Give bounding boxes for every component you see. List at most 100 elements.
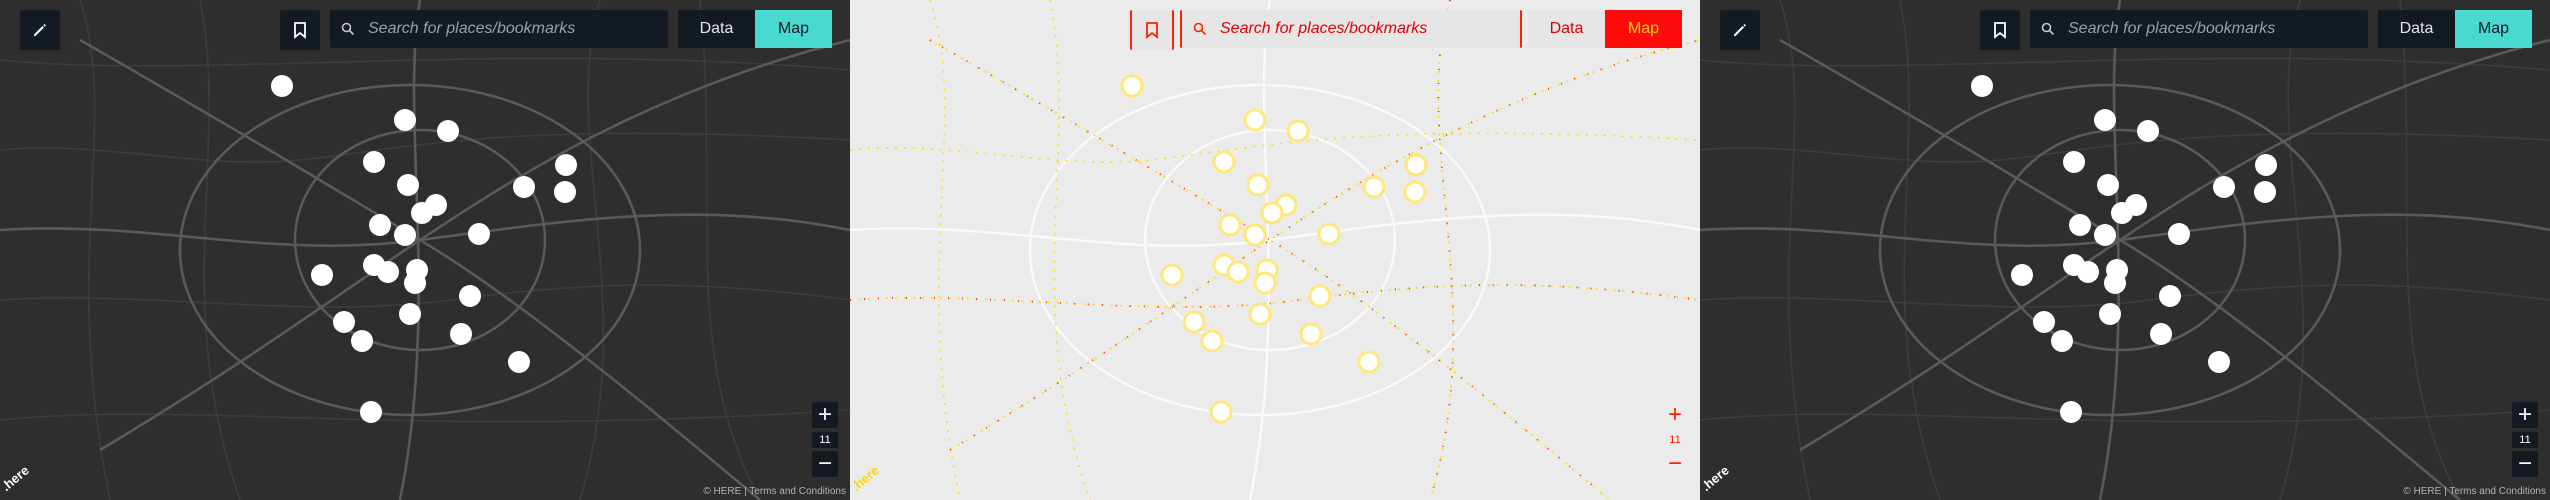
map-marker — [369, 214, 391, 236]
map-marker — [404, 272, 426, 294]
map-marker — [459, 285, 481, 307]
search-input[interactable] — [2066, 19, 2368, 39]
copyright-link[interactable]: © HERE | Terms and Conditions — [2403, 486, 2546, 497]
map-marker — [2111, 202, 2133, 224]
map-marker — [411, 202, 433, 224]
view-toggle: Data Map — [1528, 10, 1682, 48]
map-marker — [1218, 213, 1242, 237]
map-marker — [1226, 260, 1250, 284]
map-marker — [1243, 108, 1267, 132]
data-tab[interactable]: Data — [2378, 10, 2455, 48]
map-panel-left[interactable]: Data Map + 11 − .here © HERE | Terms and… — [0, 0, 850, 500]
map-marker — [1246, 173, 1270, 197]
search-input[interactable] — [1218, 19, 1520, 39]
map-marker — [2168, 223, 2190, 245]
map-marker — [1243, 223, 1267, 247]
map-marker — [2099, 303, 2121, 325]
map-marker — [2213, 176, 2235, 198]
map-marker — [1182, 310, 1206, 334]
search-bar[interactable] — [2030, 10, 2368, 48]
marker-layer — [1971, 75, 2277, 423]
map-marker — [508, 351, 530, 373]
map-marker — [555, 154, 577, 176]
map-marker — [2254, 181, 2276, 203]
view-toggle: Data Map — [678, 10, 832, 48]
map-marker — [1403, 180, 1427, 204]
search-bar[interactable] — [1180, 10, 1522, 48]
map-marker — [1404, 153, 1428, 177]
zoom-out-button[interactable]: − — [2512, 450, 2538, 477]
map-marker — [1362, 175, 1386, 199]
map-tab[interactable]: Map — [1605, 10, 1682, 48]
copyright-link[interactable]: © HERE | Terms and Conditions — [1553, 486, 1696, 497]
map-tab[interactable]: Map — [755, 10, 832, 48]
map-marker — [399, 303, 421, 325]
map-marker — [377, 261, 399, 283]
map-panel-right[interactable]: Data Map + 11 − .here © HERE | Terms and… — [1700, 0, 2550, 500]
map-marker — [2063, 151, 2085, 173]
map-marker — [394, 224, 416, 246]
map-marker — [1357, 350, 1381, 374]
map-marker — [360, 401, 382, 423]
map-marker — [1248, 302, 1272, 326]
search-input[interactable] — [366, 19, 668, 39]
map-marker — [1120, 74, 1144, 98]
search-icon — [2030, 22, 2066, 36]
map-marker — [311, 264, 333, 286]
bookmark-icon — [1146, 22, 1158, 39]
edit-button[interactable] — [20, 10, 60, 50]
zoom-level: 11 — [2512, 432, 2538, 448]
map-marker — [397, 174, 419, 196]
map-marker — [1253, 271, 1277, 295]
map-marker — [2094, 109, 2116, 131]
map-marker — [2137, 120, 2159, 142]
map-tab[interactable]: Map — [2455, 10, 2532, 48]
zoom-in-button[interactable]: + — [1662, 401, 1688, 428]
copyright-link[interactable]: © HERE | Terms and Conditions — [703, 486, 846, 497]
map-marker — [1160, 263, 1184, 287]
map-marker — [2069, 214, 2091, 236]
map-marker — [1200, 329, 1224, 353]
bookmark-button[interactable] — [1130, 10, 1174, 50]
map-marker — [450, 323, 472, 345]
map-marker — [1260, 201, 1284, 225]
search-icon — [1182, 22, 1218, 36]
map-marker — [437, 120, 459, 142]
map-marker — [1286, 119, 1310, 143]
map-marker — [2094, 224, 2116, 246]
zoom-in-button[interactable]: + — [2512, 401, 2538, 428]
edit-button[interactable] — [1720, 10, 1760, 50]
zoom-out-button[interactable]: − — [1662, 450, 1688, 477]
map-marker — [271, 75, 293, 97]
map-marker — [468, 223, 490, 245]
pencil-icon — [34, 24, 46, 36]
map-marker — [2060, 401, 2082, 423]
search-bar[interactable] — [330, 10, 668, 48]
bookmark-icon — [294, 22, 306, 39]
map-marker — [2033, 311, 2055, 333]
zoom-level: 11 — [812, 432, 838, 448]
data-tab[interactable]: Data — [678, 10, 755, 48]
bookmark-button[interactable] — [280, 10, 320, 50]
map-marker — [2208, 351, 2230, 373]
zoom-in-button[interactable]: + — [812, 401, 838, 428]
map-marker — [2255, 154, 2277, 176]
map-marker — [554, 181, 576, 203]
map-marker — [394, 109, 416, 131]
map-marker — [2051, 330, 2073, 352]
data-tab[interactable]: Data — [1528, 10, 1605, 48]
search-icon — [330, 22, 366, 36]
zoom-out-button[interactable]: − — [812, 450, 838, 477]
marker-layer — [1120, 74, 1428, 424]
map-marker — [1971, 75, 1993, 97]
map-marker — [2104, 272, 2126, 294]
bookmark-button[interactable] — [1980, 10, 2020, 50]
map-marker — [1212, 150, 1236, 174]
view-toggle: Data Map — [2378, 10, 2532, 48]
map-marker — [513, 176, 535, 198]
zoom-level: 11 — [1662, 432, 1688, 448]
pencil-icon — [1734, 24, 1746, 36]
map-panel-middle[interactable]: Data Map + 11 − .here © HERE | Terms and… — [850, 0, 1700, 500]
map-marker — [2097, 174, 2119, 196]
bookmark-icon — [1994, 22, 2006, 39]
